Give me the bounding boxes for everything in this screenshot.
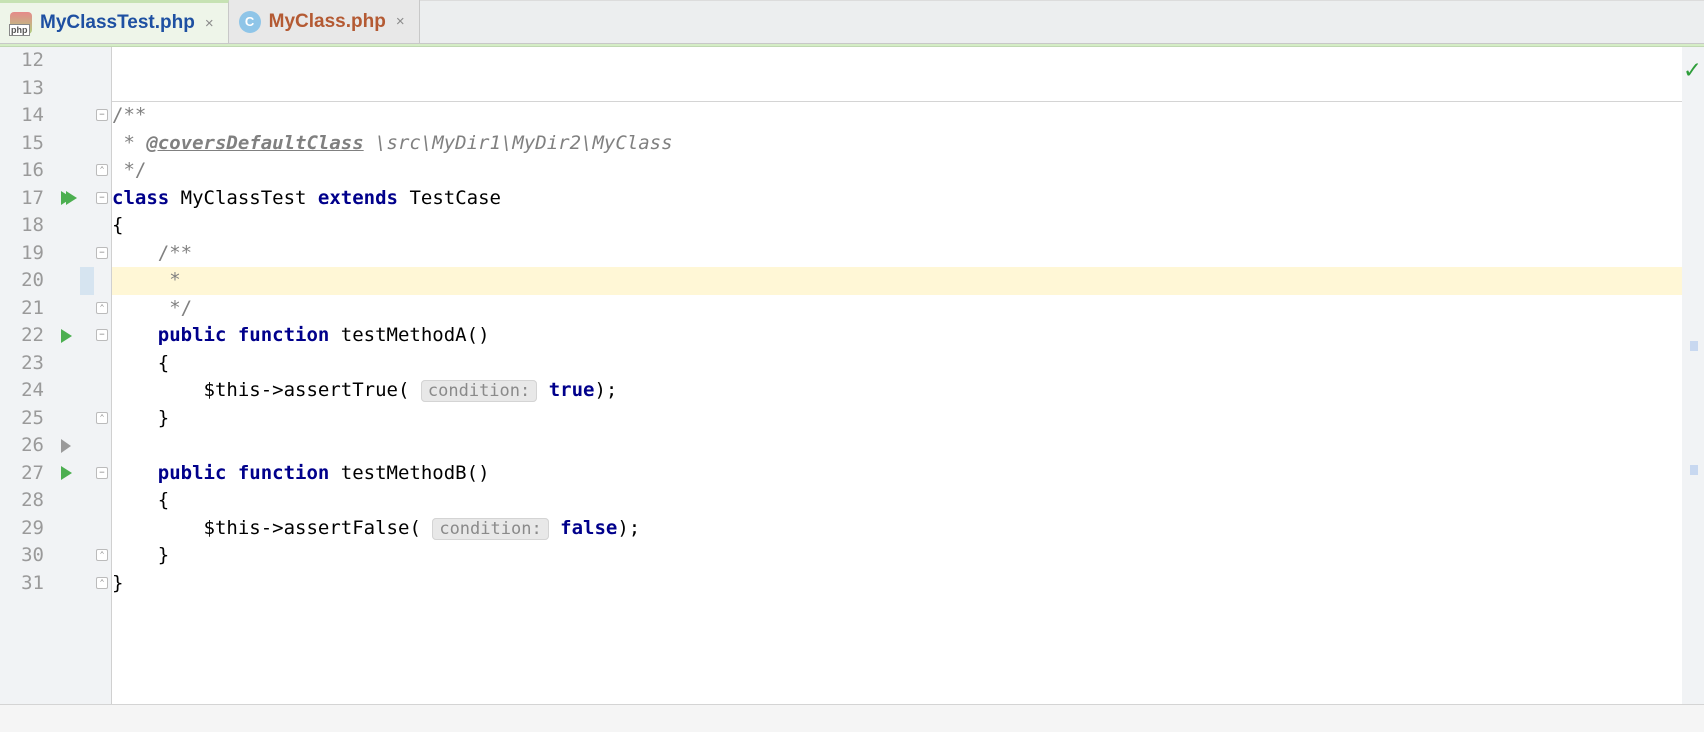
line-number[interactable]: 18: [0, 212, 52, 240]
error-stripe-marker[interactable]: [1690, 341, 1698, 351]
caret-line-marker: [80, 267, 94, 295]
selection-gutter: [80, 47, 94, 704]
parameter-hint-inlay: condition:: [421, 380, 537, 402]
line-number[interactable]: 23: [0, 350, 52, 378]
line-number[interactable]: 19: [0, 240, 52, 268]
error-stripe-marker[interactable]: [1690, 465, 1698, 475]
code-line[interactable]: }: [112, 570, 1704, 598]
code-line[interactable]: }: [112, 542, 1704, 570]
fold-toggle-icon[interactable]: [96, 467, 108, 479]
line-number[interactable]: 16: [0, 157, 52, 185]
line-number[interactable]: 31: [0, 570, 52, 598]
fold-gutter: [94, 47, 112, 704]
code-line[interactable]: public function testMethodB(): [112, 460, 1704, 488]
code-line[interactable]: }: [112, 405, 1704, 433]
fold-toggle-icon[interactable]: [96, 302, 108, 314]
code-line[interactable]: * @coversDefaultClass \src\MyDir1\MyDir2…: [112, 130, 1704, 158]
line-number[interactable]: 29: [0, 515, 52, 543]
run-test-icon[interactable]: [56, 460, 76, 488]
line-number[interactable]: 20: [0, 267, 52, 295]
inspection-ok-icon[interactable]: ✓: [1684, 55, 1700, 85]
code-line[interactable]: public function testMethodA(): [112, 322, 1704, 350]
code-line[interactable]: /**: [112, 240, 1704, 268]
line-number[interactable]: 25: [0, 405, 52, 433]
code-line[interactable]: $this->assertFalse( condition: false);: [112, 515, 1704, 543]
line-number[interactable]: 28: [0, 487, 52, 515]
error-stripe[interactable]: [1682, 47, 1704, 704]
code-line[interactable]: $this->assertTrue( condition: true);: [112, 377, 1704, 405]
code-editor[interactable]: /** * @coversDefaultClass \src\MyDir1\My…: [112, 47, 1704, 704]
code-line[interactable]: */: [112, 157, 1704, 185]
tab-myclass-php[interactable]: C MyClass.php ×: [229, 0, 420, 43]
fold-toggle-icon[interactable]: [96, 192, 108, 204]
run-all-tests-icon[interactable]: [56, 185, 76, 213]
tab-myclasstest-php[interactable]: MyClassTest.php ×: [0, 0, 229, 43]
status-bar: [0, 704, 1704, 732]
fold-toggle-icon[interactable]: [96, 412, 108, 424]
parameter-hint-inlay: condition:: [432, 518, 548, 540]
line-number[interactable]: 22: [0, 322, 52, 350]
line-number[interactable]: 26: [0, 432, 52, 460]
code-line[interactable]: [112, 432, 1704, 460]
line-number-gutter[interactable]: 12 13 14 15 16 17 18 19 20 21 22 23 24 2…: [0, 47, 52, 704]
code-line[interactable]: class MyClassTest extends TestCase: [112, 185, 1704, 213]
fold-toggle-icon[interactable]: [96, 549, 108, 561]
code-line[interactable]: {: [112, 487, 1704, 515]
method-separator: [112, 101, 1704, 102]
line-number[interactable]: 14: [0, 102, 52, 130]
line-number[interactable]: 17: [0, 185, 52, 213]
fold-toggle-icon[interactable]: [96, 247, 108, 259]
line-number[interactable]: 13: [0, 75, 52, 103]
run-test-icon[interactable]: [56, 322, 76, 350]
fold-toggle-icon[interactable]: [96, 109, 108, 121]
php-file-icon: [10, 12, 32, 34]
fold-toggle-icon[interactable]: [96, 577, 108, 589]
line-number[interactable]: 12: [0, 47, 52, 75]
line-number[interactable]: 27: [0, 460, 52, 488]
code-line[interactable]: {: [112, 212, 1704, 240]
editor: 12 13 14 15 16 17 18 19 20 21 22 23 24 2…: [0, 47, 1704, 704]
line-number[interactable]: 24: [0, 377, 52, 405]
class-file-icon: C: [239, 11, 261, 33]
tab-label: MyClassTest.php: [40, 12, 195, 34]
fold-toggle-icon[interactable]: [96, 329, 108, 341]
close-icon[interactable]: ×: [203, 15, 216, 32]
line-number[interactable]: 21: [0, 295, 52, 323]
code-line[interactable]: [112, 47, 1704, 75]
fold-toggle-icon[interactable]: [96, 164, 108, 176]
tabs-empty-area: [420, 0, 1704, 43]
code-line[interactable]: */: [112, 295, 1704, 323]
close-icon[interactable]: ×: [394, 13, 407, 30]
code-line[interactable]: /**: [112, 102, 1704, 130]
run-marker-gutter: [52, 47, 80, 704]
editor-tabs-bar: MyClassTest.php × C MyClass.php ×: [0, 0, 1704, 44]
line-number[interactable]: 15: [0, 130, 52, 158]
code-line[interactable]: [112, 75, 1704, 103]
tab-label: MyClass.php: [269, 11, 386, 33]
line-number[interactable]: 30: [0, 542, 52, 570]
code-line[interactable]: {: [112, 350, 1704, 378]
collapsed-region-icon[interactable]: [56, 432, 76, 460]
code-line[interactable]: *: [112, 267, 1704, 295]
